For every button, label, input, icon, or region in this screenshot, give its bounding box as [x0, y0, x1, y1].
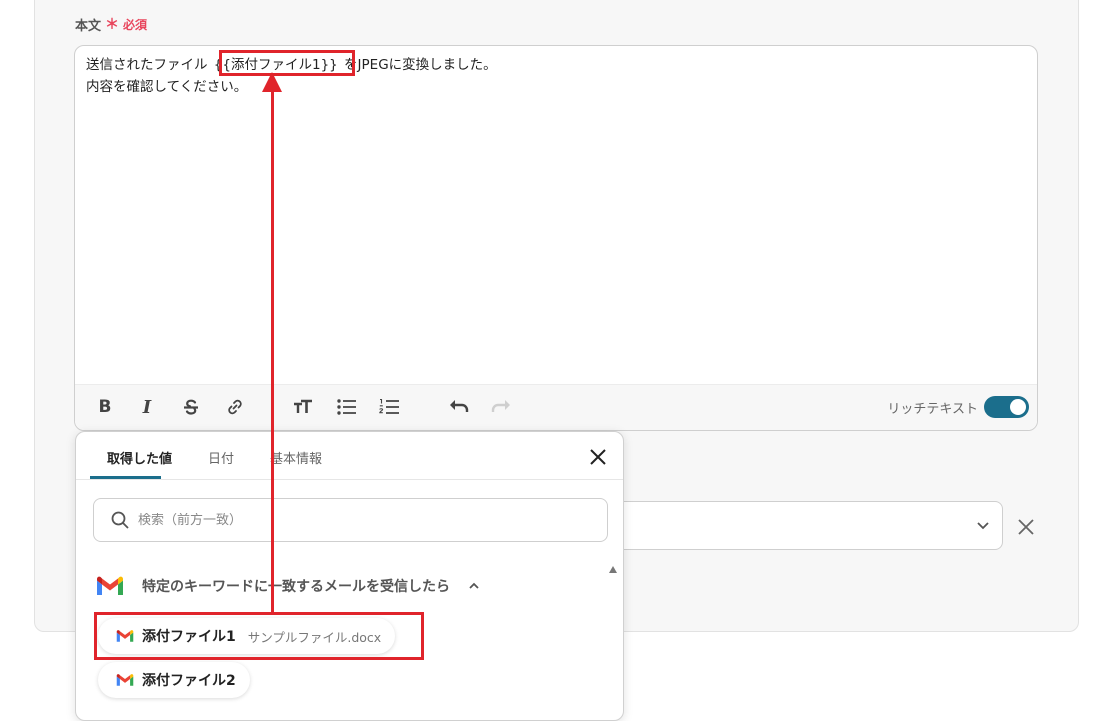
editor-content[interactable]: 送信されたファイル {{添付ファイル1}} をJPEGに変換しました。 内容を確…: [86, 54, 497, 98]
rich-text-label: リッチテキスト: [887, 401, 978, 417]
italic-icon[interactable]: I: [135, 395, 159, 419]
group-title: 特定のキーワードに一致するメールを受信したら: [142, 579, 450, 595]
strikethrough-icon[interactable]: [179, 395, 203, 419]
required-text: 必須: [123, 17, 148, 32]
item-label: 添付ファイル2: [142, 673, 236, 689]
list-item[interactable]: 添付ファイル1 サンプルファイル.docx: [98, 618, 396, 654]
popup-scrollbar[interactable]: [606, 562, 620, 720]
background-select[interactable]: [600, 501, 1003, 550]
link-icon[interactable]: [223, 395, 247, 419]
required-mark: ＊: [105, 17, 120, 33]
trigger-group-header[interactable]: 特定のキーワードに一致するメールを受信したら: [96, 575, 480, 597]
chevron-down-icon: [977, 522, 989, 530]
editor-toolbar: B I リッチテキスト: [75, 384, 1037, 430]
remove-icon[interactable]: [1017, 518, 1035, 536]
numbered-list-icon[interactable]: [377, 395, 401, 419]
editor-line-2: 内容を確認してください。: [86, 79, 248, 95]
item-value: サンプルファイル.docx: [247, 629, 382, 645]
gmail-icon: [116, 674, 134, 686]
annotation-arrow-head: [262, 72, 282, 92]
value-picker-popup: 取得した値 日付 基本情報 特定のキーワードに一致するメールを受信したら 添付フ…: [75, 431, 624, 721]
bold-icon[interactable]: B: [93, 395, 117, 419]
tab-date[interactable]: 日付: [208, 448, 234, 467]
chevron-up-icon: [469, 582, 479, 589]
editor-line-1: 送信されたファイル {{添付ファイル1}} をJPEGに変換しました。: [86, 54, 497, 76]
tab-acquired-values[interactable]: 取得した値: [107, 448, 172, 467]
gmail-icon: [97, 576, 123, 595]
toggle-knob: [1010, 399, 1026, 415]
rich-text-toggle[interactable]: [984, 396, 1029, 418]
search-input[interactable]: [138, 512, 578, 528]
editor-line1-before: 送信されたファイル: [86, 57, 212, 73]
text-size-icon[interactable]: [291, 395, 315, 419]
body-editor[interactable]: 送信されたファイル {{添付ファイル1}} をJPEGに変換しました。 内容を確…: [74, 45, 1038, 431]
list-item[interactable]: 添付ファイル2: [98, 662, 250, 698]
active-tab-indicator: [90, 476, 161, 479]
body-field-label: 本文 ＊ 必須: [75, 14, 147, 34]
gmail-icon: [116, 630, 134, 642]
field-label-text: 本文: [75, 18, 102, 34]
tab-basic-info[interactable]: 基本情報: [270, 448, 322, 467]
redo-icon[interactable]: [489, 395, 513, 419]
bullet-list-icon[interactable]: [335, 395, 359, 419]
scroll-up-icon[interactable]: [609, 566, 617, 573]
search-icon: [111, 511, 129, 529]
undo-icon[interactable]: [447, 395, 471, 419]
item-label: 添付ファイル1: [142, 629, 236, 645]
search-field[interactable]: [93, 498, 608, 542]
rich-text-control: リッチテキスト: [887, 396, 1029, 418]
editor-line1-after: をJPEGに変換しました。: [339, 57, 497, 73]
annotation-arrow-line: [271, 90, 274, 613]
popup-tabs: 取得した値 日付 基本情報: [76, 432, 623, 480]
close-icon[interactable]: [588, 447, 608, 467]
